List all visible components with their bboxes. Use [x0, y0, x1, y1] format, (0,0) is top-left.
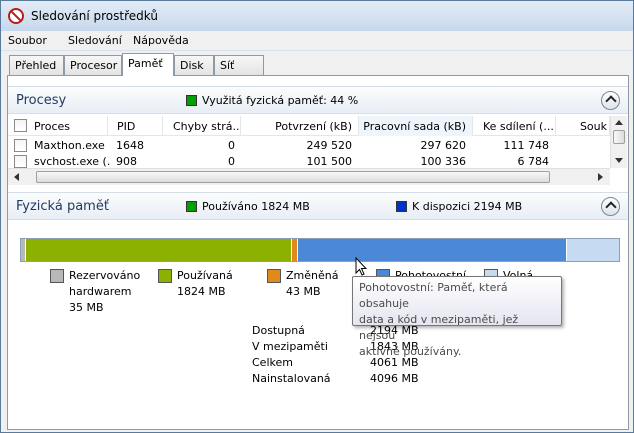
- memory-bar-segment-in-use[interactable]: [26, 239, 292, 261]
- physical-memory-bar[interactable]: [20, 238, 620, 262]
- horizontal-scroll-thumb[interactable]: [36, 171, 550, 183]
- app-icon: [8, 8, 24, 24]
- stat-installed-value: 4096 MB: [370, 372, 419, 385]
- memory-usage-indicator: [186, 95, 197, 106]
- tab-overview[interactable]: Přehled: [9, 55, 64, 75]
- legend-swatch: [50, 269, 64, 283]
- scroll-right-icon[interactable]: [598, 173, 603, 181]
- column-shareable[interactable]: Ke sdílení (...: [473, 116, 556, 136]
- table-row[interactable]: Maxthon.exe 1648 0 249 520 297 620 111 7…: [8, 137, 610, 153]
- available-summary: K dispozici 2194 MB: [412, 200, 523, 213]
- menu-file[interactable]: Soubor: [8, 34, 47, 47]
- window-title: Sledování prostředků: [31, 9, 158, 23]
- process-name: svchost.exe (...: [34, 155, 110, 168]
- processes-collapse-button[interactable]: [601, 91, 620, 110]
- process-working-set: 297 620: [420, 139, 467, 152]
- stat-installed-label: Nainstalovaná: [252, 372, 331, 385]
- legend-label: Používaná: [177, 269, 233, 282]
- process-hard-faults: 0: [228, 155, 235, 168]
- column-working-set[interactable]: Pracovní sada (kB): [359, 116, 473, 136]
- stat-available-label: Dostupná: [252, 324, 305, 337]
- tab-memory[interactable]: Paměť: [122, 53, 174, 76]
- stat-total-label: Celkem: [252, 356, 293, 369]
- stat-cached-label: V mezipaměti: [252, 340, 328, 353]
- processes-header[interactable]: Procesy Využitá fyzická paměť: 44 %: [8, 86, 628, 114]
- process-vertical-scrollbar[interactable]: [610, 116, 627, 168]
- tab-network[interactable]: Síť: [214, 55, 264, 75]
- process-horizontal-scrollbar[interactable]: [8, 168, 610, 185]
- title-bar[interactable]: Sledování prostředků: [1, 1, 633, 31]
- legend-label: hardwarem: [69, 285, 132, 298]
- menu-bar: Soubor Sledování Nápověda: [1, 31, 633, 51]
- tab-cpu[interactable]: Procesor: [64, 55, 122, 75]
- process-hard-faults: 0: [228, 139, 235, 152]
- standby-tooltip: Pohotovostní: Paměť, která obsahuje data…: [352, 276, 562, 358]
- legend-swatch: [158, 269, 172, 283]
- legend-label: Rezervováno: [69, 269, 141, 282]
- legend-label: Změněná: [286, 269, 339, 282]
- process-name: Maxthon.exe: [34, 139, 105, 152]
- column-pid[interactable]: PID: [108, 116, 163, 136]
- column-private[interactable]: Souk: [556, 116, 610, 136]
- process-pid: 1648: [116, 139, 144, 152]
- select-all-checkbox[interactable]: [14, 119, 27, 132]
- legend-value: 1824 MB: [177, 285, 226, 298]
- tab-disk[interactable]: Disk: [174, 55, 214, 75]
- column-hard-faults[interactable]: Chyby strá...: [163, 116, 241, 136]
- menu-monitor[interactable]: Sledování: [68, 34, 122, 47]
- in-use-summary: Používáno 1824 MB: [202, 200, 310, 213]
- scroll-down-icon[interactable]: [615, 158, 623, 163]
- scroll-left-icon[interactable]: [14, 173, 19, 181]
- memory-tab-panel: Procesy Využitá fyzická paměť: 44 % Proc…: [7, 75, 629, 430]
- memory-bar-segment-standby[interactable]: [298, 239, 567, 261]
- legend-value: 43 MB: [286, 285, 321, 298]
- in-use-indicator: [186, 201, 197, 212]
- column-commit[interactable]: Potvrzení (kB): [241, 116, 359, 136]
- processes-title: Procesy: [16, 93, 67, 108]
- legend-swatch: [267, 269, 281, 283]
- physical-memory-title: Fyzická paměť: [16, 199, 109, 214]
- row-checkbox[interactable]: [14, 139, 27, 152]
- mouse-cursor-icon: [355, 257, 367, 276]
- process-pid: 908: [116, 155, 137, 168]
- table-row[interactable]: svchost.exe (... 908 0 101 500 100 336 6…: [8, 153, 610, 168]
- physical-memory-collapse-button[interactable]: [601, 197, 620, 216]
- scroll-up-icon[interactable]: [615, 120, 623, 125]
- process-shareable: 6 784: [517, 155, 550, 168]
- tooltip-line: Pohotovostní: Paměť, která obsahuje: [359, 281, 508, 310]
- physical-memory-header[interactable]: Fyzická paměť Používáno 1824 MB K dispoz…: [8, 192, 628, 220]
- resource-monitor-window: Sledování prostředků Soubor Sledování Ná…: [0, 0, 634, 433]
- tooltip-line: aktivně používány.: [359, 345, 462, 358]
- process-commit: 101 500: [306, 155, 353, 168]
- vertical-scroll-thumb[interactable]: [613, 130, 625, 144]
- row-checkbox[interactable]: [14, 155, 27, 168]
- tooltip-line: data a kód v mezipaměti, jež nejsou: [359, 313, 519, 342]
- memory-bar-segment-free[interactable]: [567, 239, 619, 261]
- process-shareable: 111 748: [503, 139, 550, 152]
- legend-value: 35 MB: [69, 301, 104, 314]
- available-indicator: [396, 201, 407, 212]
- menu-help[interactable]: Nápověda: [133, 34, 189, 47]
- process-commit: 249 520: [306, 139, 353, 152]
- process-working-set: 100 336: [420, 155, 467, 168]
- memory-usage-summary: Využitá fyzická paměť: 44 %: [202, 94, 359, 107]
- process-table-header: Proces PID Chyby strá... Potvrzení (kB) …: [8, 116, 628, 136]
